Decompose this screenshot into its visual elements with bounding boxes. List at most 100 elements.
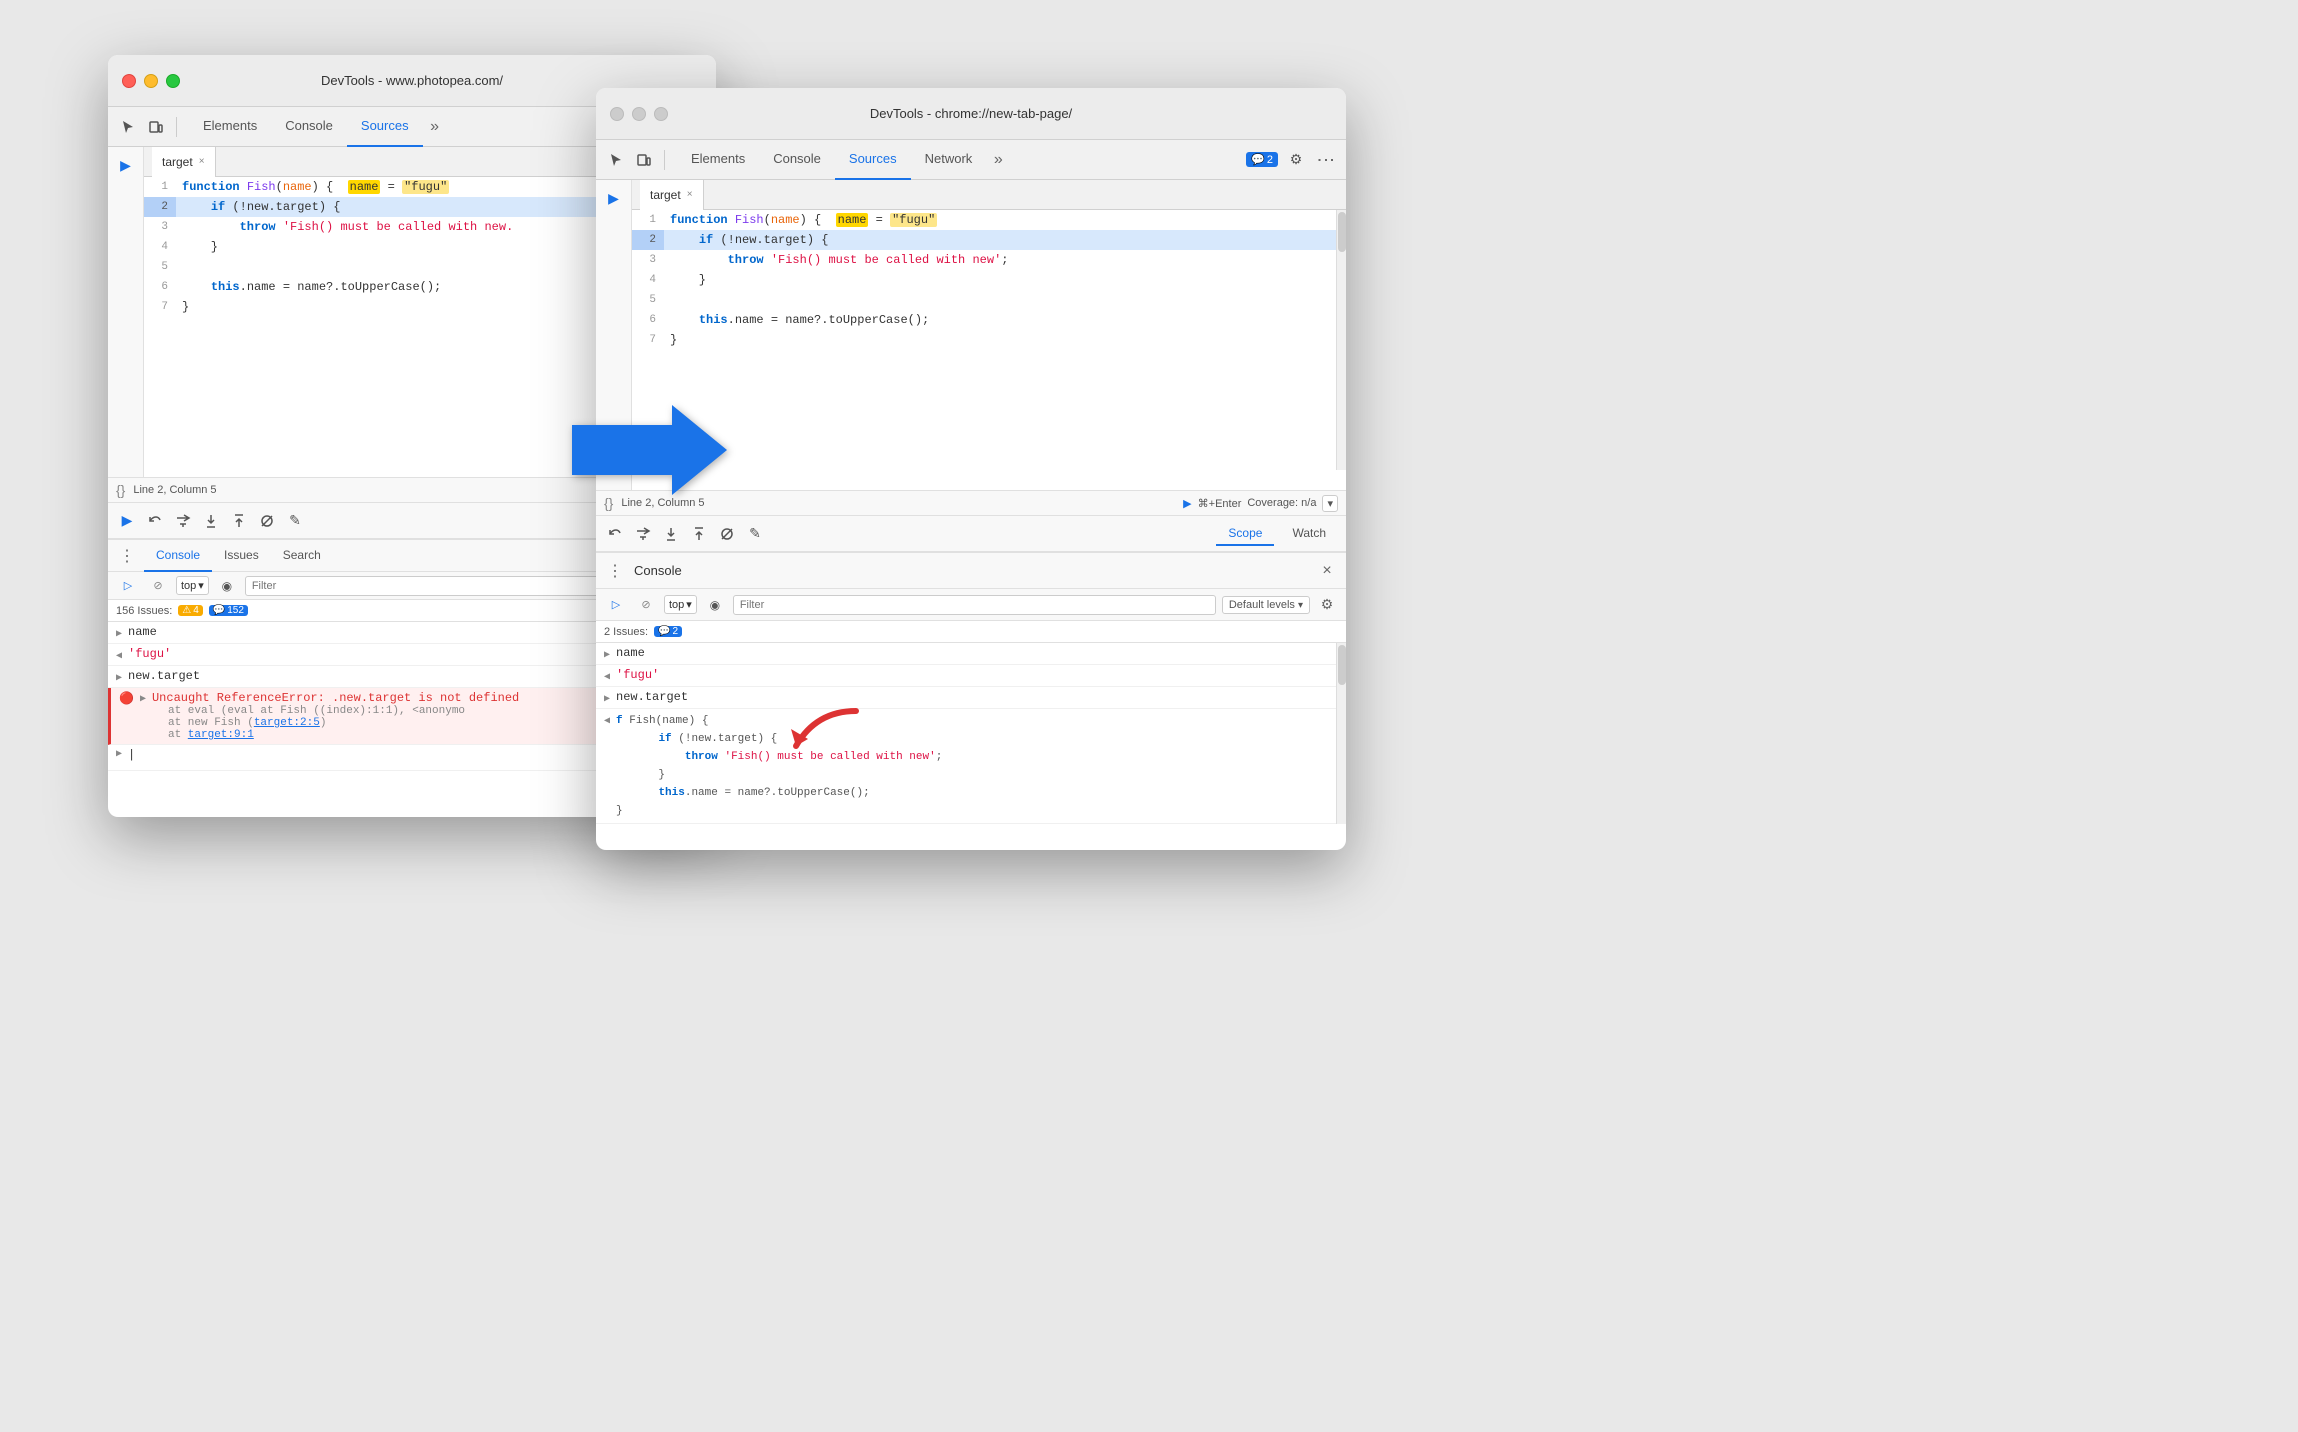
- code-line-2-6: 6 this.name = name?.toUpperCase();: [632, 310, 1346, 330]
- status-run-2: ▶ ⌘+Enter Coverage: n/a ▾: [1183, 495, 1338, 512]
- eye-icon-1[interactable]: ◉: [215, 574, 239, 598]
- minimize-button-2[interactable]: [632, 107, 646, 121]
- default-levels-btn-2[interactable]: Default levels ▾: [1222, 596, 1310, 614]
- big-blue-arrow: [572, 400, 732, 505]
- more-icon-2[interactable]: ⋮: [1314, 149, 1338, 171]
- sidebar-icons-1: ▶: [108, 147, 144, 477]
- more-tabs-icon-2[interactable]: »: [986, 148, 1010, 172]
- debug-step-into-2[interactable]: [660, 523, 682, 545]
- debug-deactivate-2[interactable]: [716, 523, 738, 545]
- debug-deactivate-1[interactable]: [256, 510, 278, 532]
- traffic-lights-1: [122, 74, 180, 88]
- info-badge-1: 💬 152: [209, 605, 248, 616]
- console-header-2: ⋮ Console ×: [596, 553, 1346, 589]
- code-line-2-4: 4 }: [632, 270, 1346, 290]
- console-play-icon-2[interactable]: ▷: [604, 593, 628, 617]
- window-title-2: DevTools - chrome://new-tab-page/: [870, 106, 1072, 121]
- debug-step-out-2[interactable]: [688, 523, 710, 545]
- toolbar-right-2: 💬 2 ⚙ ⋮: [1246, 148, 1338, 172]
- filter-dropdown-2[interactable]: ▾: [1322, 495, 1338, 512]
- watch-tab-2[interactable]: Watch: [1280, 522, 1338, 546]
- debug-step-over-1[interactable]: [172, 510, 194, 532]
- scope-tab-2[interactable]: Scope: [1216, 522, 1274, 546]
- eye-icon-2[interactable]: ◉: [703, 593, 727, 617]
- console-filter-bar-2: ▷ ⊘ top ▾ ◉ Default levels ▾ ⚙: [596, 589, 1346, 621]
- debug-edit-2[interactable]: ✎: [744, 523, 766, 545]
- debug-step-into-1[interactable]: [200, 510, 222, 532]
- tab-elements-1[interactable]: Elements: [189, 107, 271, 147]
- code-line-2-2: 2 if (!new.target) {: [632, 230, 1346, 250]
- console-section-2: ⋮ Console × ▷ ⊘ top ▾ ◉ Default levels ▾…: [596, 552, 1346, 824]
- maximize-button-1[interactable]: [166, 74, 180, 88]
- tab-sources-2[interactable]: Sources: [835, 140, 911, 180]
- console-tabs-1: Console Issues Search: [144, 540, 333, 572]
- close-button-1[interactable]: [122, 74, 136, 88]
- minimize-button-1[interactable]: [144, 74, 158, 88]
- red-arrow-annotation: [786, 701, 866, 765]
- log-entry-name-2: ▶ name: [596, 643, 1346, 665]
- console-tab-search-1[interactable]: Search: [271, 540, 333, 572]
- title-bar-2: DevTools - chrome://new-tab-page/: [596, 88, 1346, 140]
- tab-sources-1[interactable]: Sources: [347, 107, 423, 147]
- cursor-icon-2[interactable]: [604, 148, 628, 172]
- issues-count-bar-2: 2 Issues: 💬 2: [596, 621, 1346, 643]
- debug-toolbar-2: ✎ Scope Watch: [596, 516, 1346, 552]
- debug-step-over-2[interactable]: [632, 523, 654, 545]
- dots-icon-2[interactable]: ⋮: [604, 560, 626, 582]
- tab-console-2[interactable]: Console: [759, 140, 835, 180]
- dots-icon-1[interactable]: ⋮: [116, 545, 138, 567]
- settings-icon-2[interactable]: ⚙: [1316, 594, 1338, 616]
- console-scrollbar-thumb-2[interactable]: [1338, 645, 1346, 685]
- debug-step-back-1[interactable]: [144, 510, 166, 532]
- toolbar-sep-2: [664, 150, 665, 170]
- console-play-icon-1[interactable]: ▷: [116, 574, 140, 598]
- file-tab-close-2[interactable]: ×: [687, 189, 693, 200]
- top-dropdown-2[interactable]: top ▾: [664, 595, 697, 614]
- toolbar-sep-1: [176, 117, 177, 137]
- code-line-2-3: 3 throw 'Fish() must be called with new'…: [632, 250, 1346, 270]
- toolbar-tabs-2: Elements Console Sources Network »: [677, 140, 1010, 179]
- code-line-2-1: 1 function Fish(name) { name = "fugu": [632, 210, 1346, 230]
- tab-network-2[interactable]: Network: [911, 140, 987, 180]
- window-title-1: DevTools - www.photopea.com/: [321, 73, 503, 88]
- tab-console-1[interactable]: Console: [271, 107, 347, 147]
- toolbar-tabs-1: Elements Console Sources »: [189, 107, 447, 146]
- scrollbar-thumb-2[interactable]: [1338, 212, 1346, 252]
- devtools-toolbar-2: Elements Console Sources Network » 💬 2 ⚙…: [596, 140, 1346, 180]
- resume-icon[interactable]: ▶: [114, 153, 138, 177]
- no-entry-icon-2[interactable]: ⊘: [634, 593, 658, 617]
- device-icon-2[interactable]: [632, 148, 656, 172]
- device-icon[interactable]: [144, 115, 168, 139]
- maximize-button-2[interactable]: [654, 107, 668, 121]
- curly-braces-icon: {}: [116, 482, 125, 498]
- gear-icon-2[interactable]: ⚙: [1284, 148, 1308, 172]
- editor-scrollbar-2[interactable]: [1336, 210, 1346, 470]
- cursor-icon[interactable]: [116, 115, 140, 139]
- console-tab-issues-1[interactable]: Issues: [212, 540, 271, 572]
- code-line-2-5: 5: [632, 290, 1346, 310]
- log-entry-newtarget-2: ▶ new.target: [596, 687, 1346, 709]
- editor-main-2: target × 1 function Fish(name) { name = …: [632, 180, 1346, 490]
- debug-edit-1[interactable]: ✎: [284, 510, 306, 532]
- log-entry-fugu-2: ◀ 'fugu': [596, 665, 1346, 687]
- tab-elements-2[interactable]: Elements: [677, 140, 759, 180]
- debug-play-1[interactable]: ▶: [116, 510, 138, 532]
- top-dropdown-1[interactable]: top ▾: [176, 576, 209, 595]
- filter-input-2[interactable]: [733, 595, 1216, 615]
- file-tab-target-1[interactable]: target ×: [152, 147, 216, 177]
- console-log-area-2: ▶ name ◀ 'fugu' ▶ new.target ◀ f Fish(na…: [596, 643, 1346, 824]
- no-entry-icon-1[interactable]: ⊘: [146, 574, 170, 598]
- issues-badge-2: 💬 2: [1246, 152, 1278, 167]
- console-close-btn-2[interactable]: ×: [1316, 560, 1338, 582]
- cursor-position-1: Line 2, Column 5: [133, 484, 216, 496]
- close-button-2[interactable]: [610, 107, 624, 121]
- more-tabs-icon-1[interactable]: »: [423, 115, 447, 139]
- console-label-2: Console: [634, 563, 682, 578]
- file-tab-target-2[interactable]: target ×: [640, 180, 704, 210]
- resume-icon-2[interactable]: ▶: [602, 186, 626, 210]
- file-tab-close-1[interactable]: ×: [199, 156, 205, 167]
- console-tab-console-1[interactable]: Console: [144, 540, 212, 572]
- debug-step-out-1[interactable]: [228, 510, 250, 532]
- debug-step-back-2[interactable]: [604, 523, 626, 545]
- console-scrollbar-2[interactable]: [1336, 643, 1346, 824]
